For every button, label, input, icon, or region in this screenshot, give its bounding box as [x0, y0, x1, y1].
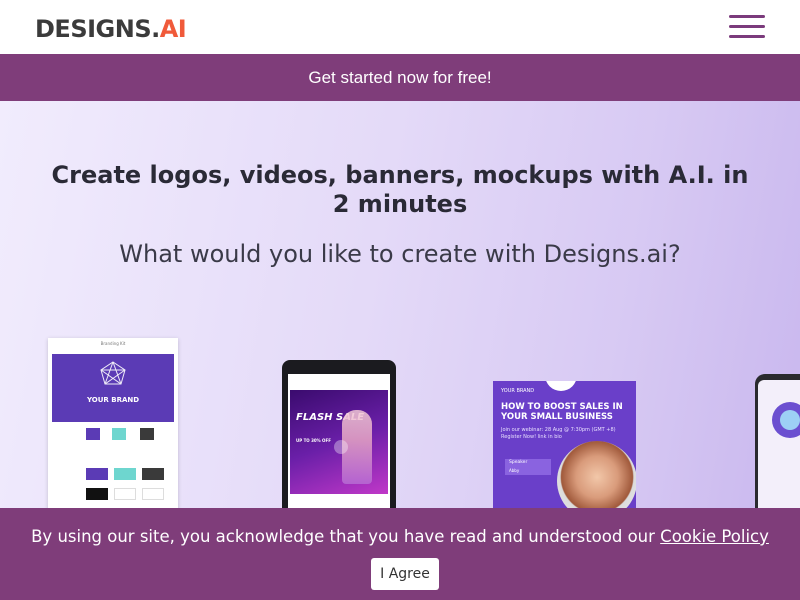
play-icon — [334, 440, 348, 454]
logo-variant-swatch — [114, 488, 136, 500]
color-swatch — [112, 428, 126, 440]
logo-variant-swatch — [142, 468, 164, 480]
hamburger-menu-icon[interactable] — [729, 15, 765, 39]
tablet-video-mockup[interactable]: FLASH SALE UP TO 30% OFF — [282, 360, 396, 520]
webinar-title: HOW TO BOOST SALES IN YOUR SMALL BUSINES… — [501, 402, 623, 422]
logo-variant-swatch — [142, 488, 164, 500]
phone-voice-mockup[interactable] — [755, 374, 800, 524]
designs-ai-logo[interactable]: DESIGNS. AI — [35, 15, 187, 45]
logo-variant-swatch — [114, 468, 136, 480]
microphone-inner — [780, 410, 800, 430]
webinar-brand: YOUR BRAND — [501, 388, 535, 394]
promo-banner: Get started now for free! — [0, 54, 800, 101]
brand-logo-preview: YOUR BRAND — [52, 354, 174, 422]
speaker-tag: Speaker Abby — [505, 459, 551, 475]
logo-variant-swatch — [86, 488, 108, 500]
logo-text: DESIGNS. — [35, 15, 160, 43]
hero-subtitle: What would you like to create with Desig… — [119, 240, 681, 268]
brand-name-text: YOUR BRAND — [86, 396, 140, 404]
offer-text: UP TO 30% OFF — [296, 438, 331, 443]
speaker-label: Speaker — [509, 460, 528, 465]
cookie-message: By using our site, you acknowledge that … — [0, 527, 800, 546]
branding-kit-title: Branding Kit — [100, 341, 126, 346]
promo-link[interactable]: Get started now for free! — [308, 68, 491, 87]
color-swatch — [86, 428, 100, 440]
branding-kit-card[interactable]: Branding Kit YOUR BRAND — [48, 338, 178, 518]
flash-sale-video-poster: FLASH SALE UP TO 30% OFF — [290, 390, 388, 494]
cookie-policy-link[interactable]: Cookie Policy — [660, 527, 769, 546]
cookie-consent-banner: By using our site, you acknowledge that … — [0, 508, 800, 600]
agree-button[interactable]: I Agree — [371, 558, 439, 590]
decorative-circle — [545, 381, 577, 391]
webinar-poster-card[interactable]: YOUR BRAND HOW TO BOOST SALES IN YOUR SM… — [493, 381, 636, 521]
logo-variant-swatch — [86, 468, 108, 480]
cookie-message-text: By using our site, you acknowledge that … — [31, 527, 655, 546]
color-swatch — [140, 428, 154, 440]
webinar-subtitle: Join our webinar: 28 Aug @ 7:30pm (GMT +… — [501, 427, 616, 440]
phone-screen — [758, 380, 800, 520]
logo-ai-text: AI — [159, 15, 187, 43]
speaker-name: Abby — [509, 468, 520, 473]
hero-title: Create logos, videos, banners, mockups w… — [51, 161, 749, 218]
geometric-logo-icon — [100, 361, 126, 385]
top-navigation-bar: DESIGNS. AI — [0, 0, 800, 54]
tablet-screen: FLASH SALE UP TO 30% OFF — [288, 374, 390, 514]
